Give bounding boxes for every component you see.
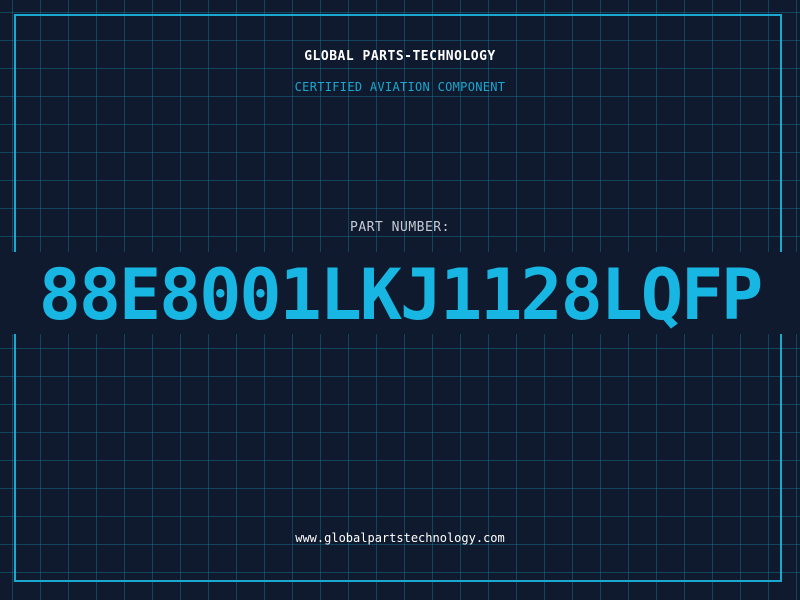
- part-number-band: 88E8001LKJ1128LQFP: [0, 252, 800, 334]
- certification-subtitle: CERTIFIED AVIATION COMPONENT: [294, 80, 506, 94]
- website-url: www.globalpartstechnology.com: [295, 531, 505, 545]
- certificate-canvas: GLOBAL PARTS-TECHNOLOGY CERTIFIED AVIATI…: [0, 0, 800, 600]
- part-number-label: PART NUMBER:: [350, 220, 450, 235]
- part-number-value: 88E8001LKJ1128LQFP: [38, 254, 764, 334]
- company-name: GLOBAL PARTS-TECHNOLOGY: [304, 49, 496, 64]
